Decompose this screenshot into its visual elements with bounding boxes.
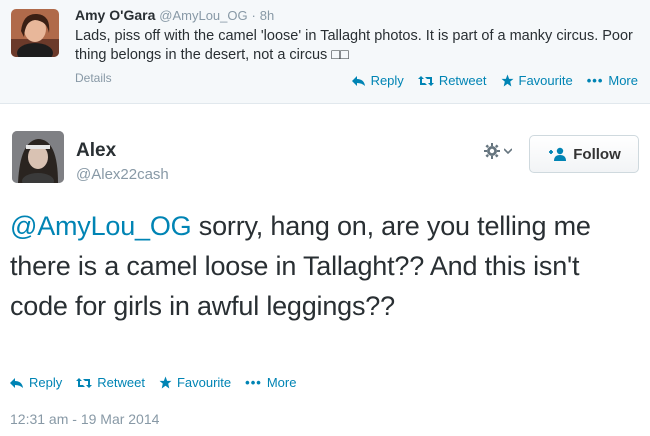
chevron-down-icon [504,148,512,154]
add-user-icon [549,147,567,161]
separator: · [251,8,256,23]
more-label: More [266,375,297,390]
mention-link[interactable]: @AmyLou_OG [10,211,192,241]
author-name[interactable]: Amy O'Gara [75,7,155,23]
author-name[interactable]: Alex [76,140,116,162]
tweet-text: Lads, piss off with the camel 'loose' in… [75,28,633,63]
reply-button[interactable]: Reply [10,375,62,390]
retweet-icon [417,75,434,86]
star-icon [159,376,172,389]
parent-tweet-header: Amy O'Gara @AmyLou_OG · 8h [75,7,274,23]
more-button[interactable]: ••• More [587,73,638,88]
follow-button[interactable]: Follow [529,135,639,173]
more-dots-icon: ••• [245,375,262,390]
tweet-time[interactable]: 8h [260,8,274,23]
parent-tweet-actions: Reply Retweet Favourite ••• More [351,73,638,88]
more-label: More [608,73,638,88]
tweet-actions: Reply Retweet Favourite ••• More [10,375,296,390]
author-handle[interactable]: @AmyLou_OG [159,8,247,23]
tweet-text: @AmyLou_OG sorry, hang on, are you telli… [10,206,640,326]
favourite-label: Favourite [176,375,232,390]
reply-button[interactable]: Reply [351,73,404,88]
more-button[interactable]: ••• More [245,375,296,390]
gear-icon [484,143,500,159]
retweet-label: Retweet [97,375,145,390]
favourite-label: Favourite [518,73,573,88]
follow-label: Follow [573,145,621,163]
favourite-button[interactable]: Favourite [159,375,231,390]
retweet-label: Retweet [438,73,487,88]
reply-label: Reply [370,73,404,88]
author-handle[interactable]: @Alex22cash [76,166,169,183]
reply-label: Reply [29,375,63,390]
more-dots-icon: ••• [586,73,604,88]
avatar[interactable] [11,9,59,57]
retweet-button[interactable]: Retweet [76,375,145,390]
retweet-button[interactable]: Retweet [417,73,487,88]
tweet-timestamp[interactable]: 12:31 am - 19 Mar 2014 [10,411,159,427]
favourite-button[interactable]: Favourite [501,73,573,88]
reply-icon [10,377,23,388]
star-icon [501,74,513,87]
avatar[interactable] [12,131,64,183]
reply-icon [351,75,365,86]
user-actions-dropdown[interactable] [484,143,512,159]
details-link[interactable]: Details [75,71,112,85]
parent-tweet: Amy O'Gara @AmyLou_OG · 8h Lads, piss of… [0,0,650,104]
retweet-icon [76,377,93,388]
